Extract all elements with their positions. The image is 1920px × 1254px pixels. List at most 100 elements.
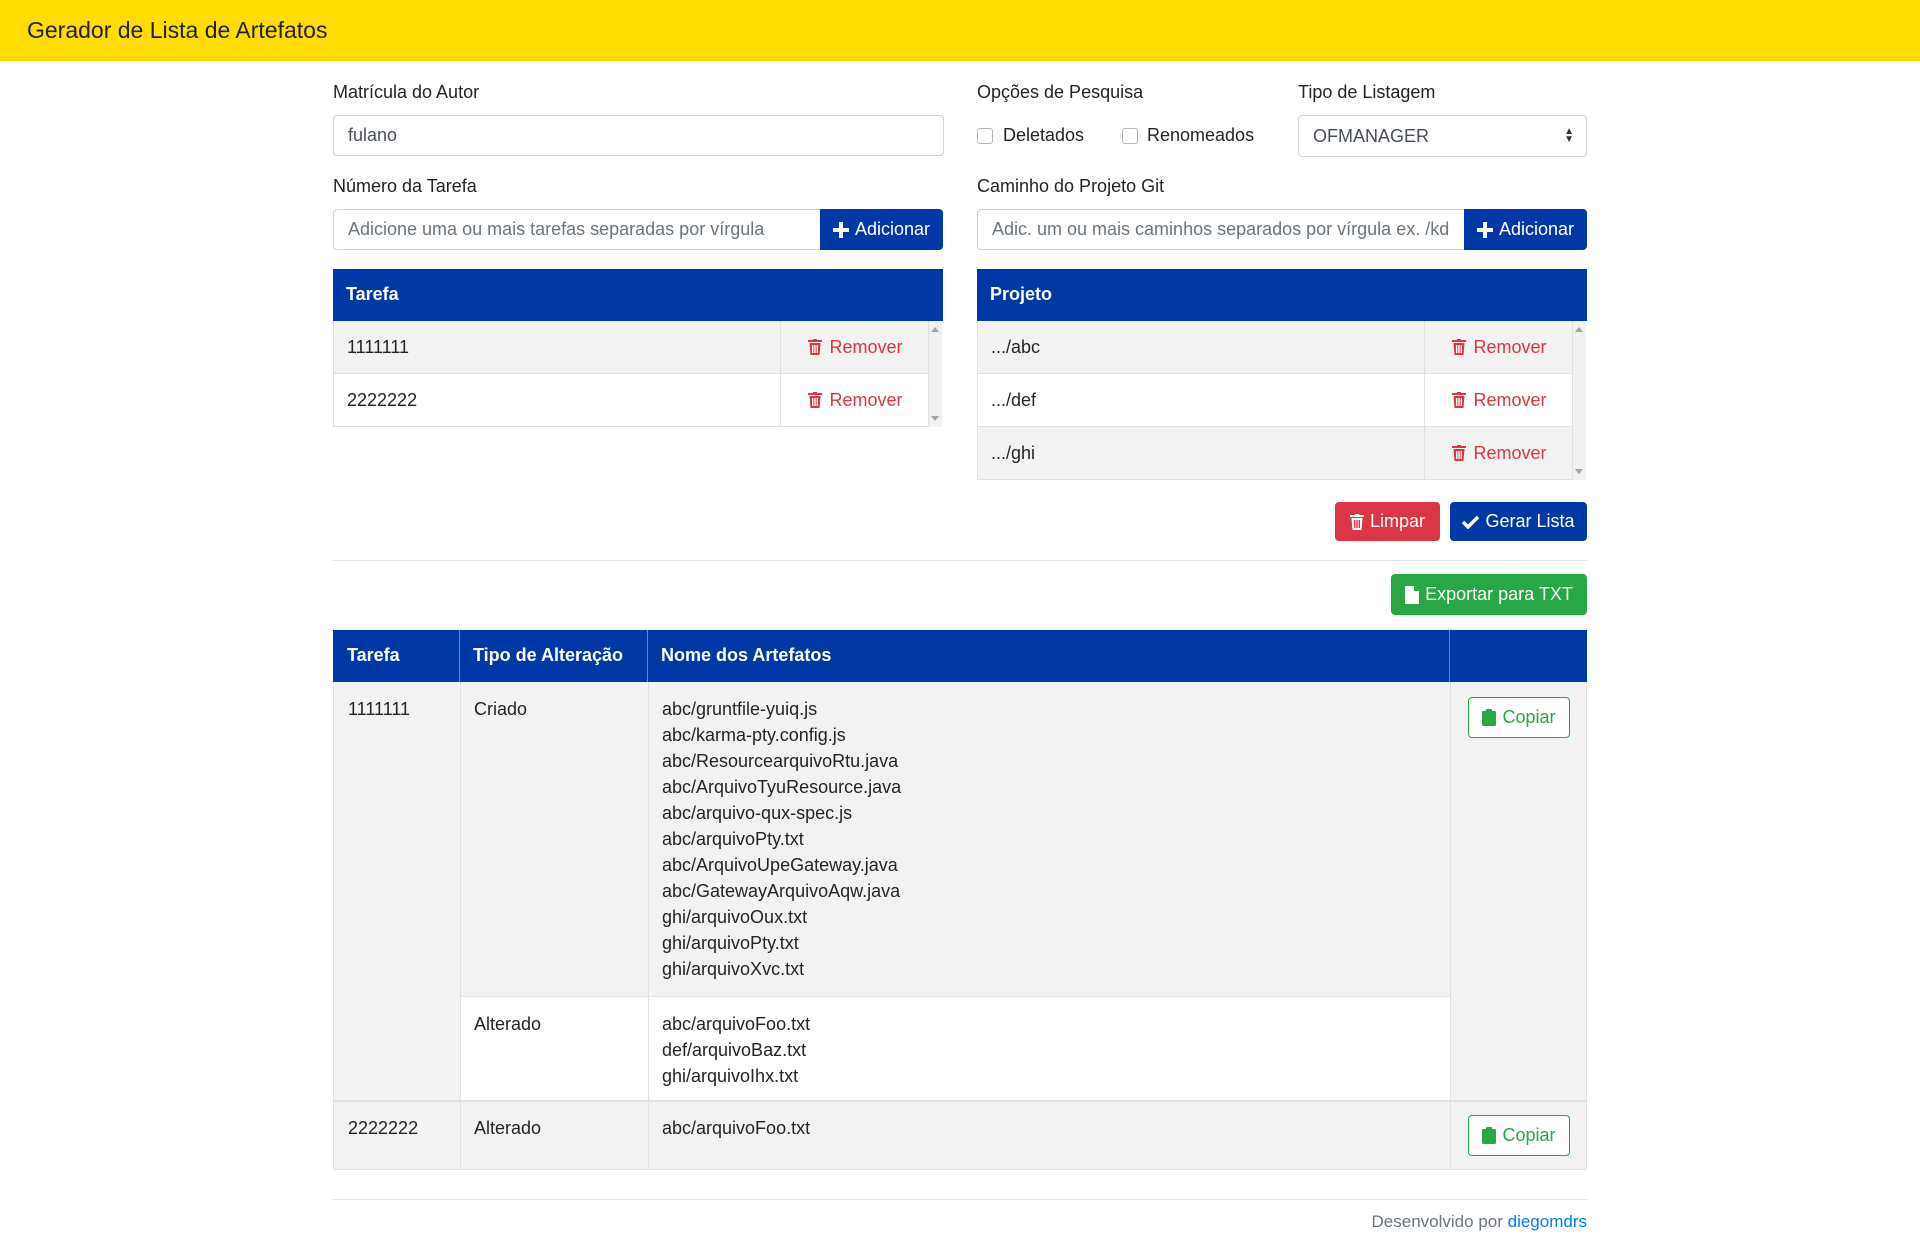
author-input[interactable] — [333, 115, 944, 156]
results-header-artifacts: Nome dos Artefatos — [661, 645, 832, 665]
result-task: 1111111 — [348, 699, 411, 719]
remove-project-button[interactable]: Remover — [1424, 321, 1574, 373]
generate-label: Gerar Lista — [1485, 511, 1575, 531]
artifact-name: ghi/arquivoIhx.txt — [662, 1066, 799, 1086]
footer-divider — [333, 1199, 1587, 1200]
column-separator — [648, 997, 649, 1101]
change-type: Criado — [474, 699, 528, 719]
deleted-checkbox[interactable] — [977, 128, 993, 144]
export-txt-button[interactable]: Exportar para TXT — [1391, 574, 1587, 615]
footer: Desenvolvido por diegomdrs — [1372, 1212, 1587, 1232]
check-icon — [1462, 515, 1480, 529]
file-icon — [1405, 585, 1420, 604]
task-label: Número da Tarefa — [333, 176, 477, 196]
project-row: .../ghi Remover — [977, 427, 1573, 480]
artifact-name: abc/gruntfile-yuiq.js — [662, 699, 818, 719]
list-type-select[interactable]: OFMANAGER ▲ ▼ — [1298, 115, 1587, 157]
remove-label: Remover — [1473, 389, 1547, 410]
project-row: .../def Remover — [977, 374, 1573, 427]
project-value: .../ghi — [991, 442, 1036, 463]
artifact-list: abc/arquivoFoo.txt def/arquivoBaz.txt gh… — [662, 1011, 810, 1089]
project-input[interactable] — [977, 209, 1465, 250]
column-separator — [459, 630, 460, 682]
result-group: 1111111 Criado abc/gruntfile-yuiq.js abc… — [333, 682, 1587, 1101]
task-input[interactable] — [333, 209, 821, 250]
renamed-checkbox[interactable] — [1122, 128, 1138, 144]
add-task-label: Adicionar — [854, 219, 931, 239]
add-task-button[interactable]: Adicionar — [820, 209, 943, 250]
result-group: 2222222 Alterado abc/arquivoFoo.txt Copi… — [333, 1101, 1587, 1170]
artifact-name: ghi/arquivoPty.txt — [662, 933, 799, 953]
tasks-scrollbar[interactable] — [929, 321, 942, 427]
column-separator — [647, 630, 648, 682]
column-separator — [1450, 682, 1451, 1100]
task-value: 2222222 — [347, 389, 418, 410]
plus-icon — [832, 221, 849, 238]
deleted-label[interactable]: Deletados — [1003, 125, 1084, 146]
change-block-created: Criado abc/gruntfile-yuiq.js abc/karma-p… — [461, 682, 1450, 996]
project-row: .../abc Remover — [977, 321, 1573, 374]
task-row: 1111111 Remover — [333, 321, 929, 374]
navbar: Gerador de Lista de Artefatos — [0, 0, 1920, 61]
clear-button[interactable]: Limpar — [1335, 502, 1440, 541]
search-options-label: Opções de Pesquisa — [977, 82, 1144, 102]
result-task: 2222222 — [348, 1118, 419, 1138]
project-label: Caminho do Projeto Git — [977, 176, 1165, 196]
artifact-list: abc/arquivoFoo.txt — [662, 1115, 810, 1141]
trash-icon — [1452, 339, 1467, 355]
remove-label: Remover — [829, 336, 903, 357]
trash-icon — [808, 392, 823, 408]
scroll-down-icon[interactable] — [1575, 469, 1583, 474]
author-label: Matrícula do Autor — [333, 82, 480, 102]
app-title[interactable]: Gerador de Lista de Artefatos — [27, 17, 327, 44]
artifact-name: abc/ResourcearquivoRtu.java — [662, 751, 899, 771]
artifact-name: abc/arquivo-qux-spec.js — [662, 803, 853, 823]
tasks-table-header: Tarefa — [333, 269, 943, 321]
divider — [333, 560, 1587, 561]
tasks-header-label: Tarefa — [346, 284, 399, 304]
remove-label: Remover — [829, 389, 903, 410]
change-type: Alterado — [474, 1118, 542, 1138]
artifact-name: abc/arquivoFoo.txt — [662, 1118, 811, 1138]
remove-task-button[interactable]: Remover — [780, 321, 930, 373]
remove-project-button[interactable]: Remover — [1424, 374, 1574, 426]
plus-icon — [1476, 221, 1493, 238]
results-table-header: Tarefa Tipo de Alteração Nome dos Artefa… — [333, 630, 1587, 682]
remove-project-button[interactable]: Remover — [1424, 427, 1574, 479]
export-label: Exportar para TXT — [1425, 584, 1573, 604]
copy-label: Copiar — [1502, 1125, 1556, 1145]
clear-label: Limpar — [1369, 511, 1426, 531]
results-header-change-type: Tipo de Alteração — [473, 645, 624, 665]
trash-icon — [808, 339, 823, 355]
projects-scrollbar[interactable] — [1573, 321, 1586, 480]
column-separator — [648, 682, 649, 996]
artifact-name: ghi/arquivoXvc.txt — [662, 959, 805, 979]
artifact-name: abc/ArquivoUpeGateway.java — [662, 855, 898, 875]
results-header-task: Tarefa — [347, 645, 400, 665]
project-value: .../abc — [991, 336, 1041, 357]
sort-caret-icon: ▲ ▼ — [1564, 126, 1574, 145]
trash-icon — [1349, 513, 1364, 530]
artifact-name: ghi/arquivoOux.txt — [662, 907, 808, 927]
generate-list-button[interactable]: Gerar Lista — [1450, 502, 1587, 541]
projects-table-header: Projeto — [977, 269, 1587, 321]
scroll-down-icon[interactable] — [931, 416, 939, 421]
column-separator — [460, 1102, 461, 1169]
artifact-name: abc/arquivoPty.txt — [662, 829, 804, 849]
copy-label: Copiar — [1502, 707, 1556, 727]
copy-button[interactable]: Copiar — [1468, 697, 1570, 738]
remove-task-button[interactable]: Remover — [780, 374, 930, 426]
add-project-button[interactable]: Adicionar — [1464, 209, 1587, 250]
add-project-label: Adicionar — [1498, 219, 1575, 239]
remove-label: Remover — [1473, 336, 1547, 357]
task-row: 2222222 Remover — [333, 374, 929, 427]
scroll-up-icon[interactable] — [1575, 327, 1583, 332]
artifact-name: abc/karma-pty.config.js — [662, 725, 846, 745]
author-link[interactable]: diegomdrs — [1508, 1212, 1587, 1231]
column-separator — [1450, 1102, 1451, 1169]
copy-button[interactable]: Copiar — [1468, 1115, 1570, 1156]
renamed-label[interactable]: Renomeados — [1147, 125, 1254, 146]
artifact-name: abc/GatewayArquivoAqw.java — [662, 881, 901, 901]
scroll-up-icon[interactable] — [931, 327, 939, 332]
change-block-modified: Alterado abc/arquivoFoo.txt def/arquivoB… — [461, 996, 1450, 1101]
